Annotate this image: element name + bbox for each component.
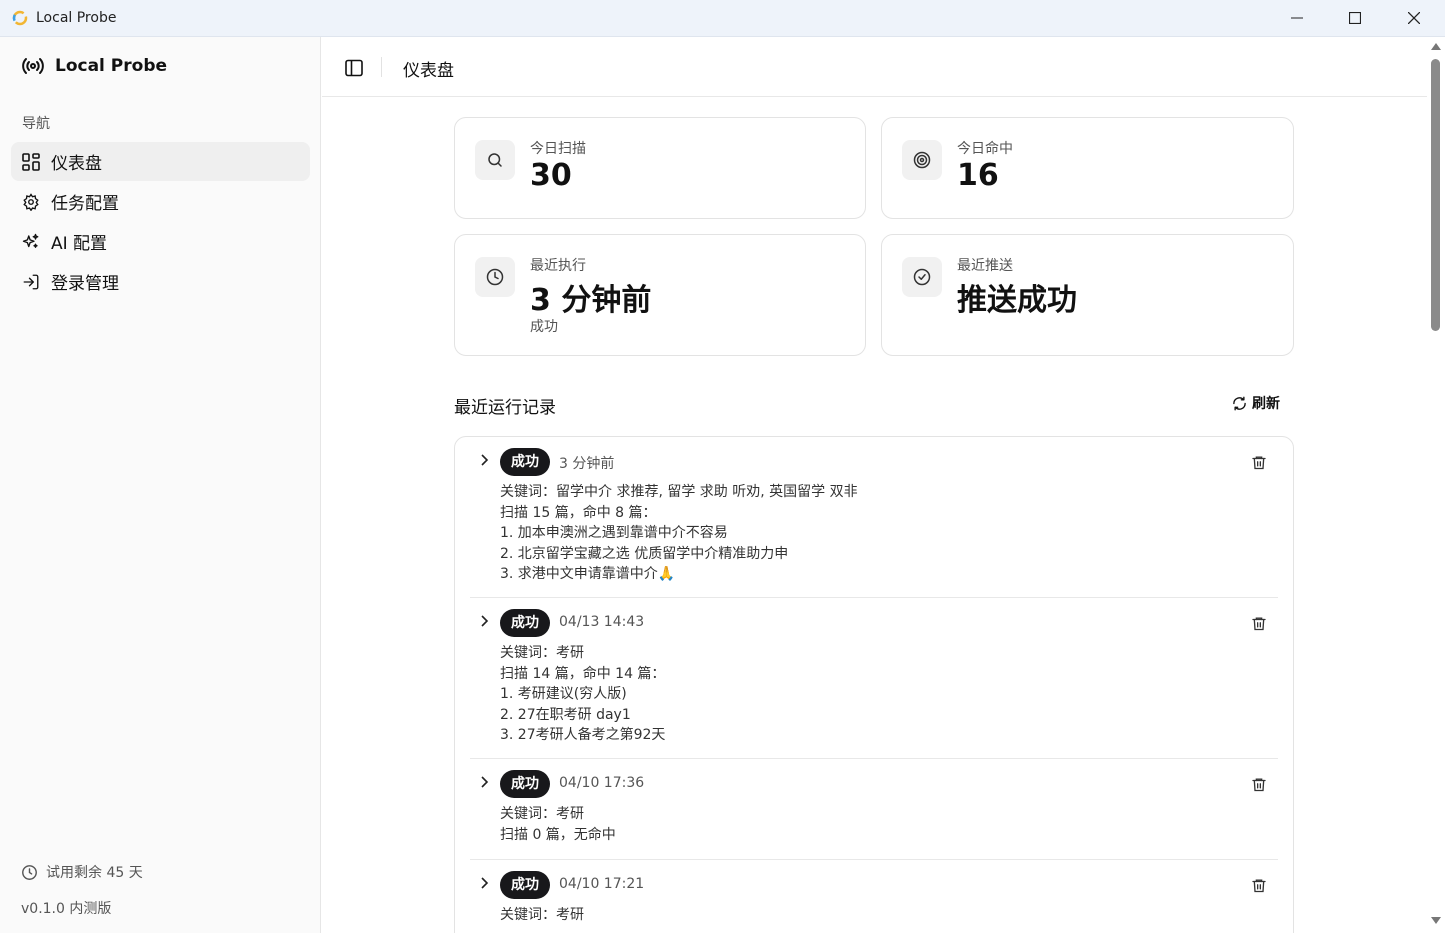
chevron-right-icon[interactable] [480,877,490,889]
sidebar-item-ai-config[interactable]: AI 配置 [11,222,310,261]
runs-list: 成功 3 分钟前 关键词：留学中介 求推荐, 留学 求助 听劝, 英国留学 双非… [454,436,1294,933]
status-badge: 成功 [500,448,550,476]
stat-card-last-push: 最近推送 推送成功 [881,234,1294,356]
scroll-up-arrow-icon[interactable] [1431,43,1441,50]
run-detail-line: 扫描 0 篇，无命中 [500,826,616,843]
app-logo-icon [12,10,28,26]
scroll-down-arrow-icon[interactable] [1431,917,1441,924]
sidebar-item-label: 登录管理 [51,274,119,294]
page-header: 仪表盘 [322,37,1427,97]
refresh-label: 刷新 [1252,396,1280,412]
run-detail-line: 1. 考研建议(穷人版) [500,686,627,702]
stat-label: 今日命中 [957,141,1013,157]
sidebar-toggle-button[interactable] [342,56,366,80]
run-details: 关键词：考研 扫描 14 篇，命中 14 篇： 1. 考研建议(穷人版) 2. … [500,643,665,746]
status-badge: 成功 [500,871,550,899]
login-icon [23,274,39,289]
maximize-icon [1349,12,1361,24]
sidebar-item-task-config[interactable]: 任务配置 [11,182,310,221]
sidebar-item-dashboard[interactable]: 仪表盘 [11,142,310,181]
chevron-right-icon[interactable] [480,615,490,627]
sparkles-icon [22,233,39,248]
trash-icon[interactable] [1251,454,1267,471]
stat-label: 最近执行 [530,258,586,274]
trial-status: 试用剩余 45 天 [21,862,143,882]
status-badge: 成功 [500,770,550,798]
run-detail-line: 关键词：留学中介 求推荐, 留学 求助 听劝, 英国留学 双非 [500,484,858,500]
brand-name: Local Probe [55,56,168,76]
stat-value: 推送成功 [957,283,1077,318]
run-detail-line: 关键词：考研 [500,806,584,822]
trash-icon[interactable] [1251,877,1267,894]
run-time: 3 分钟前 [559,456,615,472]
recent-runs-title: 最近运行记录 [454,398,556,418]
stat-card-hits-today: 今日命中 16 [881,117,1294,219]
run-item[interactable]: 成功 04/13 14:43 关键词：考研 扫描 14 篇，命中 14 篇： 1… [470,598,1278,759]
trash-icon[interactable] [1251,615,1267,632]
stat-card-last-run: 最近执行 3 分钟前 成功 [454,234,866,356]
sidebar-item-label: 任务配置 [51,194,119,214]
run-detail-line: 关键词：考研 [500,645,584,661]
stat-value: 30 [530,158,572,193]
chevron-right-icon[interactable] [480,454,490,466]
sidebar-item-label: 仪表盘 [51,154,102,174]
sidebar: Local Probe 导航 仪表盘 任务配置 AI 配置 登录管理 试用剩余 … [0,37,321,933]
run-detail-line: 2. 27在职考研 day1 [500,706,631,723]
stat-label: 最近推送 [957,258,1013,274]
refresh-button[interactable]: 刷新 [1232,393,1280,413]
stat-value: 3 分钟前 [530,283,652,318]
run-detail-line: 1. 加本申澳洲之遇到靠谱中介不容易 [500,525,728,541]
trial-text: 试用剩余 45 天 [46,865,143,881]
close-button[interactable] [1385,0,1443,36]
check-circle-icon [902,257,942,297]
brand: Local Probe [21,54,167,78]
version-label: v0.1.0 内测版 [21,901,112,917]
run-detail-line: 扫描 14 篇，命中 14 篇： [500,665,666,682]
scrollbar-thumb[interactable] [1431,59,1440,331]
run-detail-line: 3. 求港中文申请靠谱中介🙏 [500,566,676,582]
clock-icon [22,864,37,880]
minimize-icon [1291,17,1303,19]
run-item[interactable]: 成功 04/10 17:21 关键词：考研 [470,860,1278,933]
run-item[interactable]: 成功 3 分钟前 关键词：留学中介 求推荐, 留学 求助 听劝, 英国留学 双非… [470,437,1278,598]
nav-heading: 导航 [22,116,50,132]
dashboard-icon [22,152,40,171]
search-icon [475,140,515,180]
title-bar: Local Probe [0,0,1445,37]
run-detail-line: 3. 27考研人备考之第92天 [500,727,666,743]
status-badge: 成功 [500,609,550,637]
sidebar-item-login[interactable]: 登录管理 [11,262,310,301]
header-divider [381,57,382,77]
scrollbar[interactable] [1427,37,1445,933]
run-item[interactable]: 成功 04/10 17:36 关键词：考研 扫描 0 篇，无命中 [470,759,1278,860]
maximize-button[interactable] [1326,0,1384,36]
page-title: 仪表盘 [403,61,454,81]
chevron-right-icon[interactable] [480,776,490,788]
stat-sub: 成功 [530,319,558,335]
run-time: 04/10 17:36 [559,775,645,791]
run-time: 04/13 14:43 [559,614,645,630]
run-detail-line: 2. 北京留学宝藏之选 优质留学中介精准助力申 [500,545,789,562]
stat-card-scans-today: 今日扫描 30 [454,117,866,219]
run-details: 关键词：考研 扫描 0 篇，无命中 [500,804,616,845]
run-details: 关键词：留学中介 求推荐, 留学 求助 听劝, 英国留学 双非 扫描 15 篇，… [500,482,858,585]
run-detail-line: 扫描 15 篇，命中 8 篇： [500,504,657,521]
sidebar-item-label: AI 配置 [51,234,108,254]
run-detail-line: 关键词：考研 [500,907,584,923]
clock-icon [475,257,515,297]
minimize-button[interactable] [1268,0,1326,36]
run-details: 关键词：考研 [500,905,584,926]
stat-value: 16 [957,158,999,193]
trash-icon[interactable] [1251,776,1267,793]
close-icon [1408,12,1420,24]
broadcast-icon [22,58,44,74]
target-icon [902,140,942,180]
gear-icon [23,192,39,211]
stat-label: 今日扫描 [530,141,586,157]
panel-left-icon [345,59,363,77]
refresh-icon [1233,396,1246,410]
run-time: 04/10 17:21 [559,876,645,892]
window-title: Local Probe [36,10,117,26]
